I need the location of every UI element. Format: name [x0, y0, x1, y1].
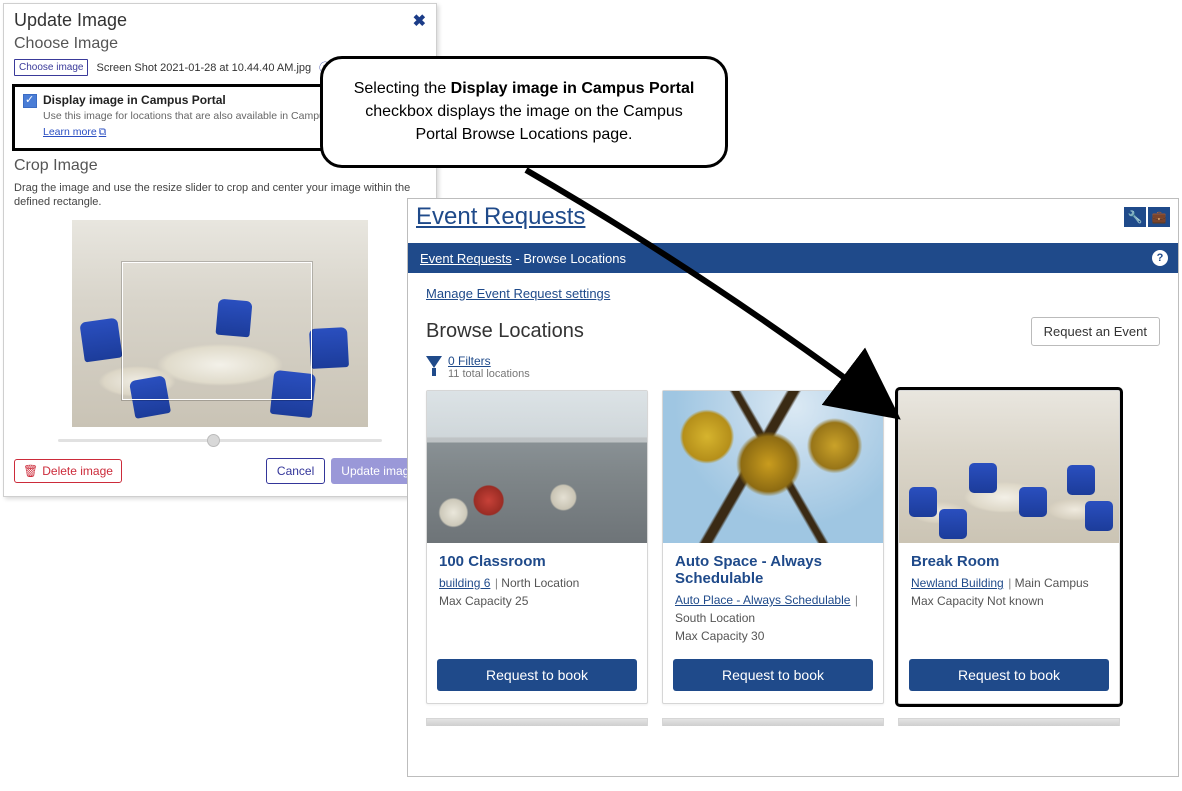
location-thumbnail — [663, 391, 883, 543]
cancel-button[interactable]: Cancel — [266, 458, 325, 484]
callout-suffix: checkbox displays the image on the Campu… — [365, 103, 683, 143]
annotation-callout: Selecting the Display image in Campus Po… — [320, 56, 728, 168]
next-row-peek — [426, 718, 1160, 726]
location-card-highlighted: Break Room Newland Building | Main Campu… — [898, 390, 1120, 704]
resize-slider[interactable] — [58, 439, 382, 442]
learn-more-label: Learn more — [43, 126, 97, 138]
display-in-portal-label: Display image in Campus Portal — [43, 93, 226, 107]
breadcrumb-root-link[interactable]: Event Requests — [420, 251, 512, 266]
campus-label: South Location — [675, 611, 755, 625]
briefcase-icon[interactable]: 💼 — [1148, 207, 1170, 227]
browse-locations-heading: Browse Locations — [426, 320, 584, 343]
crop-image-canvas[interactable] — [72, 220, 368, 427]
crop-rectangle[interactable] — [122, 262, 312, 400]
location-title: Auto Space - Always Schedulable — [675, 553, 871, 587]
location-card: Auto Space - Always Schedulable Auto Pla… — [662, 390, 884, 704]
trash-icon: 🗑 — [23, 464, 38, 478]
delete-image-button[interactable]: 🗑 Delete image — [14, 459, 122, 483]
breadcrumb-bar: Event Requests - Browse Locations ? — [408, 243, 1178, 273]
page-title-link[interactable]: Event Requests — [416, 203, 585, 231]
request-event-button[interactable]: Request an Event — [1031, 317, 1160, 346]
building-link[interactable]: Auto Place - Always Schedulable — [675, 593, 850, 607]
location-title: 100 Classroom — [439, 553, 635, 570]
request-to-book-button[interactable]: Request to book — [909, 659, 1109, 691]
delete-image-label: Delete image — [42, 464, 113, 478]
close-icon[interactable]: ✖ — [413, 11, 426, 31]
display-in-portal-checkbox[interactable] — [23, 94, 37, 108]
campus-label: North Location — [501, 576, 579, 590]
dialog-title: Update Image — [14, 10, 127, 31]
request-to-book-button[interactable]: Request to book — [673, 659, 873, 691]
callout-bold: Display image in Campus Portal — [451, 80, 695, 97]
location-thumbnail — [427, 391, 647, 543]
location-card: 100 Classroom building 6 | North Locatio… — [426, 390, 648, 704]
crop-description: Drag the image and use the resize slider… — [4, 181, 436, 216]
callout-prefix: Selecting the — [354, 80, 451, 97]
crop-area — [4, 216, 436, 429]
capacity-label: Max Capacity 25 — [439, 594, 635, 608]
wrench-icon[interactable]: 🔧 — [1124, 207, 1146, 227]
help-icon[interactable]: ? — [1152, 250, 1168, 266]
learn-more-link[interactable]: Learn more ⧉ — [43, 126, 106, 139]
external-link-icon: ⧉ — [99, 126, 107, 139]
manage-settings-link[interactable]: Manage Event Request settings — [426, 286, 610, 301]
breadcrumb-current: Browse Locations — [523, 251, 626, 266]
location-cards-row: 100 Classroom building 6 | North Locatio… — [426, 390, 1160, 704]
request-to-book-button[interactable]: Request to book — [437, 659, 637, 691]
resize-slider-thumb[interactable] — [207, 434, 220, 447]
capacity-label: Max Capacity Not known — [911, 594, 1107, 608]
location-title: Break Room — [911, 553, 1107, 570]
choose-image-button[interactable]: Choose image — [14, 59, 88, 76]
building-link[interactable]: Newland Building — [911, 576, 1004, 590]
building-link[interactable]: building 6 — [439, 576, 490, 590]
selected-filename: Screen Shot 2021-01-28 at 10.44.40 AM.jp… — [96, 62, 311, 74]
campus-portal-page: Event Requests 🔧 💼 Event Requests - Brow… — [407, 198, 1179, 777]
capacity-label: Max Capacity 30 — [675, 629, 871, 643]
filter-icon[interactable] — [426, 356, 442, 368]
filters-count-link[interactable]: 0 Filters — [448, 354, 491, 368]
location-thumbnail — [899, 391, 1119, 543]
total-locations-label: 11 total locations — [448, 368, 530, 380]
campus-label: Main Campus — [1015, 576, 1089, 590]
